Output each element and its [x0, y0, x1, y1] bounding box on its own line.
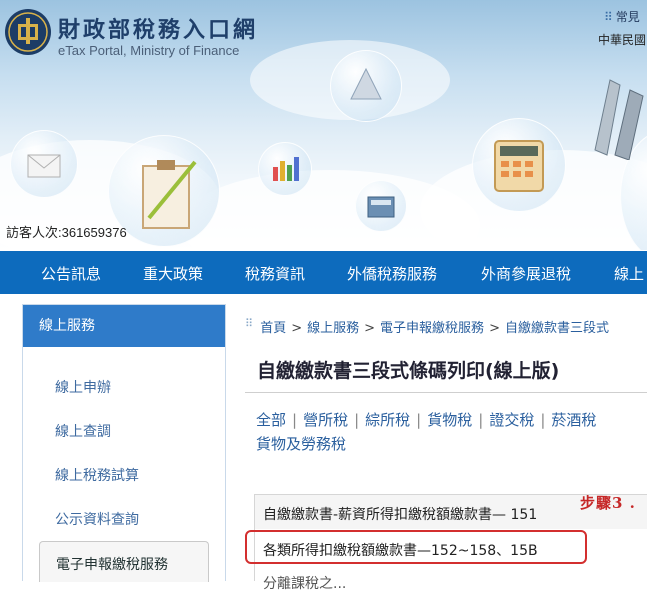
page-title: 自繳繳款書三段式條碼列印(線上版)	[257, 360, 560, 382]
list-item[interactable]: 分離課稅之...	[263, 573, 346, 593]
date-text: 中華民國	[598, 33, 647, 47]
filter-goods-services-tax[interactable]: 貨物及勞務稅	[256, 435, 346, 453]
filter-income-tax[interactable]: 綜所稅	[365, 411, 410, 429]
faq-link[interactable]: ⠿ 常見	[604, 8, 640, 25]
chart-bubble	[258, 142, 312, 196]
skyscraper-icon	[594, 79, 644, 160]
title-divider	[245, 392, 647, 393]
filter-securities-tax[interactable]: 證交稅	[489, 411, 534, 429]
filter-separator: |	[292, 411, 298, 429]
dots-icon: ⠿	[245, 317, 253, 330]
filter-tobacco-alcohol-tax[interactable]: 菸酒稅	[551, 411, 596, 429]
breadcrumb-home[interactable]: 首頁	[260, 321, 286, 336]
nav-item-expat-tax[interactable]: 外僑稅務服務	[347, 263, 437, 284]
mail-bubble	[10, 130, 78, 198]
filter-separator: |	[478, 411, 484, 429]
sidebar-item-tax-calculator[interactable]: 線上稅務試算	[55, 465, 139, 485]
dots-icon: ⠿	[604, 10, 613, 24]
nav-item-announcements[interactable]: 公告訊息	[41, 263, 101, 284]
calculator-icon	[494, 140, 544, 192]
bar-chart-icon	[273, 157, 299, 181]
breadcrumb-separator: >	[489, 321, 500, 336]
filter-business-income-tax[interactable]: 營所稅	[303, 411, 348, 429]
main-nav: 公告訊息 重大政策 稅務資訊 外僑稅務服務 外商參展退稅 線上	[0, 251, 647, 294]
calculator-bubble-small	[355, 180, 407, 232]
faq-link-label: 常見	[615, 10, 640, 24]
nav-item-major-policies[interactable]: 重大政策	[143, 263, 203, 284]
filter-separator: |	[354, 411, 360, 429]
nav-item-tax-info[interactable]: 稅務資訊	[245, 263, 305, 284]
visitor-counter: 訪客人次:361659376	[6, 225, 127, 240]
sidebar-item-label: 電子申報繳稅服務	[56, 557, 168, 573]
nav-item-exhibitor-refund[interactable]: 外商參展退稅	[481, 263, 571, 284]
breadcrumb-separator: >	[291, 321, 303, 336]
mail-icon	[27, 154, 61, 178]
filter-separator: |	[416, 411, 422, 429]
nav-item-online[interactable]: 線上	[614, 263, 644, 284]
breadcrumb: ⠿ 首頁 > 線上服務 > 電子申報繳稅服務 > 自繳繳款書三段式	[245, 317, 609, 336]
site-header: 財政部稅務入口網 eTax Portal, Ministry of Financ…	[0, 0, 647, 250]
tax-type-filter: 全部 | 營所稅 | 綜所稅 | 貨物稅 | 證交稅 | 菸酒稅 貨物及勞務稅	[256, 408, 647, 456]
sidebar: 線上服務 線上申辦 線上查調 線上稅務試算 公示資料查詢 電子申報繳稅服務	[22, 304, 226, 582]
filter-separator: |	[540, 411, 546, 429]
breadcrumb-online-services[interactable]: 線上服務	[307, 321, 359, 336]
calculator-bubble	[472, 118, 566, 212]
list-item[interactable]: 自繳繳款書-薪資所得扣繳稅額繳款書— 151	[263, 504, 537, 524]
step-highlight-box	[245, 530, 587, 564]
breadcrumb-e-filing[interactable]: 電子申報繳稅服務	[380, 321, 484, 336]
sidebar-item-online-inquiry[interactable]: 線上查調	[55, 421, 111, 441]
filter-commodity-tax[interactable]: 貨物稅	[427, 411, 472, 429]
sidebar-item-e-filing[interactable]: 電子申報繳稅服務	[39, 541, 209, 582]
filter-all[interactable]: 全部	[256, 411, 286, 429]
step-annotation-label: 步驟3 .	[580, 494, 636, 512]
breadcrumb-current[interactable]: 自繳繳款書三段式	[505, 321, 609, 336]
site-subtitle: eTax Portal, Ministry of Finance	[58, 43, 240, 58]
calculator-icon	[367, 196, 395, 218]
sidebar-title: 線上服務	[23, 305, 225, 347]
ministry-logo-icon	[5, 9, 51, 55]
building-icon	[350, 67, 382, 100]
sidebar-item-public-data[interactable]: 公示資料查詢	[55, 509, 139, 529]
building-bubble	[330, 50, 402, 122]
sidebar-item-online-application[interactable]: 線上申辦	[55, 377, 111, 397]
site-title[interactable]: 財政部稅務入口網	[58, 12, 258, 44]
breadcrumb-separator: >	[364, 321, 376, 336]
